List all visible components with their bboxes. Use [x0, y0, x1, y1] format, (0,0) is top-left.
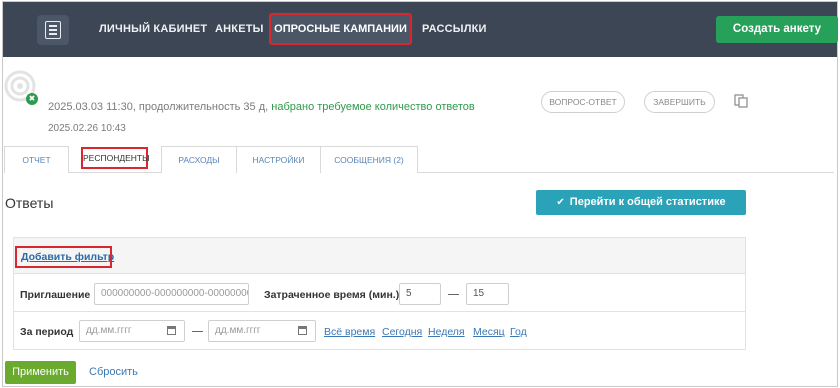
- check-icon: ✔: [556, 197, 565, 208]
- calendar-icon[interactable]: [298, 326, 307, 335]
- tab-messages[interactable]: СООБЩЕНИЯ (2): [320, 146, 418, 173]
- nav-surveys[interactable]: АНКЕТЫ: [215, 2, 264, 57]
- time-to-input[interactable]: 15: [466, 283, 509, 305]
- tab-expenses[interactable]: РАСХОДЫ: [161, 146, 237, 173]
- invite-input[interactable]: 000000000-000000000-000000000: [94, 283, 249, 305]
- reset-link[interactable]: Сбросить: [89, 366, 138, 378]
- time-label: Затраченное время (мин.): [264, 289, 400, 301]
- apply-button[interactable]: Применить: [5, 361, 76, 384]
- filter-row-divider: [14, 311, 745, 312]
- period-month[interactable]: Месяц: [473, 326, 505, 338]
- date-to-input[interactable]: дд.мм.гггг: [208, 320, 316, 342]
- copy-icon[interactable]: [734, 94, 748, 108]
- nav-mailings[interactable]: РАССЫЛКИ: [422, 2, 487, 57]
- tab-respondents[interactable]: РЕСПОНДЕНТЫ: [81, 147, 150, 169]
- period-all-time[interactable]: Всё время: [324, 326, 375, 338]
- calendar-icon[interactable]: [167, 326, 176, 335]
- top-navbar: ЛИЧНЫЙ КАБИНЕТ АНКЕТЫ ОПРОСНЫЕ КАМПАНИИ …: [3, 2, 838, 57]
- nav-personal-account[interactable]: ЛИЧНЫЙ КАБИНЕТ: [99, 2, 207, 57]
- tab-settings[interactable]: НАСТРОЙКИ: [236, 146, 321, 173]
- nav-survey-campaigns[interactable]: ОПРОСНЫЕ КАМПАНИИ: [269, 13, 412, 45]
- period-today[interactable]: Сегодня: [382, 326, 422, 338]
- answers-title: Ответы: [5, 195, 54, 211]
- filter-panel: Добавить фильтр Приглашение 000000000-00…: [13, 237, 746, 350]
- status-complete-icon: ✖: [26, 93, 38, 105]
- qa-button[interactable]: ВОПРОС-ОТВЕТ: [541, 91, 625, 113]
- tabs-divider: [4, 172, 834, 173]
- invite-label: Приглашение: [20, 289, 91, 301]
- time-from-input[interactable]: 5: [399, 283, 441, 305]
- campaign-created-date: 2025.02.26 10:43: [48, 123, 126, 134]
- period-year[interactable]: Год: [510, 326, 527, 338]
- stats-button[interactable]: ✔ Перейти к общей статистике ответов: [536, 190, 746, 233]
- menu-icon[interactable]: [37, 15, 69, 45]
- finish-button[interactable]: ЗАВЕРШИТЬ: [644, 91, 715, 113]
- campaign-period: 2025.03.03 11:30, продолжительность 35 д…: [48, 101, 269, 113]
- create-survey-button[interactable]: Создать анкету: [716, 16, 838, 43]
- add-filter-link[interactable]: Добавить фильтр: [15, 246, 114, 268]
- date-from-placeholder: дд.мм.гггг: [86, 325, 132, 336]
- period-week[interactable]: Неделя: [428, 326, 465, 338]
- campaign-status-text: набрано требуемое количество ответов: [271, 101, 475, 113]
- date-range-dash: [192, 331, 203, 332]
- filter-panel-header: Добавить фильтр: [14, 238, 745, 274]
- campaign-info: 2025.03.03 11:30, продолжительность 35 д…: [48, 101, 475, 113]
- time-range-dash: [448, 294, 459, 295]
- date-to-placeholder: дд.мм.гггг: [215, 325, 261, 336]
- tab-report[interactable]: ОТЧЕТ: [4, 146, 69, 173]
- date-from-input[interactable]: дд.мм.гггг: [79, 320, 185, 342]
- period-label: За период: [20, 326, 74, 338]
